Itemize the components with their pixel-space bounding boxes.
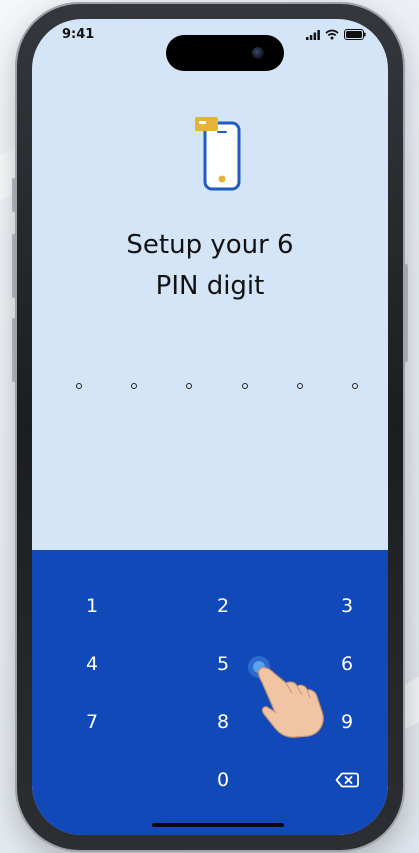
key-4[interactable]: 4 <box>62 642 122 686</box>
status-icons <box>306 29 366 40</box>
dynamic-island <box>166 35 284 71</box>
page-title: Setup your 6 PIN digit <box>32 225 388 307</box>
status-time: 9:41 <box>62 27 95 42</box>
pin-dot <box>296 383 303 389</box>
title-line: PIN digit <box>155 271 265 301</box>
key-7[interactable]: 7 <box>62 700 122 744</box>
key-3[interactable]: 3 <box>317 584 377 628</box>
delete-button[interactable] <box>317 758 377 802</box>
phone-screen: 9:41 Setup your 6 PIN digit 1 2 3 4 5 6 … <box>32 19 388 835</box>
pin-dot <box>186 383 193 389</box>
power-button <box>403 264 408 362</box>
numeric-keypad: 1 2 3 4 5 6 7 8 9 0 <box>32 550 388 835</box>
signal-icon <box>306 29 320 40</box>
tap-hand-icon <box>248 656 324 738</box>
backspace-icon <box>335 772 359 788</box>
home-indicator <box>152 823 284 827</box>
phone-frame: 9:41 Setup your 6 PIN digit 1 2 3 4 5 6 … <box>17 4 403 850</box>
pin-indicator <box>76 379 358 393</box>
camera-lens <box>252 47 264 59</box>
key-1[interactable]: 1 <box>62 584 122 628</box>
phone-illustration-icon <box>195 117 241 191</box>
pin-dot <box>241 383 248 389</box>
pin-dot <box>76 383 82 389</box>
battery-icon <box>344 29 366 40</box>
pin-dot <box>131 383 138 389</box>
key-0[interactable]: 0 <box>193 758 253 802</box>
title-line: Setup your 6 <box>126 230 294 260</box>
key-2[interactable]: 2 <box>193 584 253 628</box>
wifi-icon <box>325 29 339 40</box>
pin-dot <box>351 383 358 389</box>
